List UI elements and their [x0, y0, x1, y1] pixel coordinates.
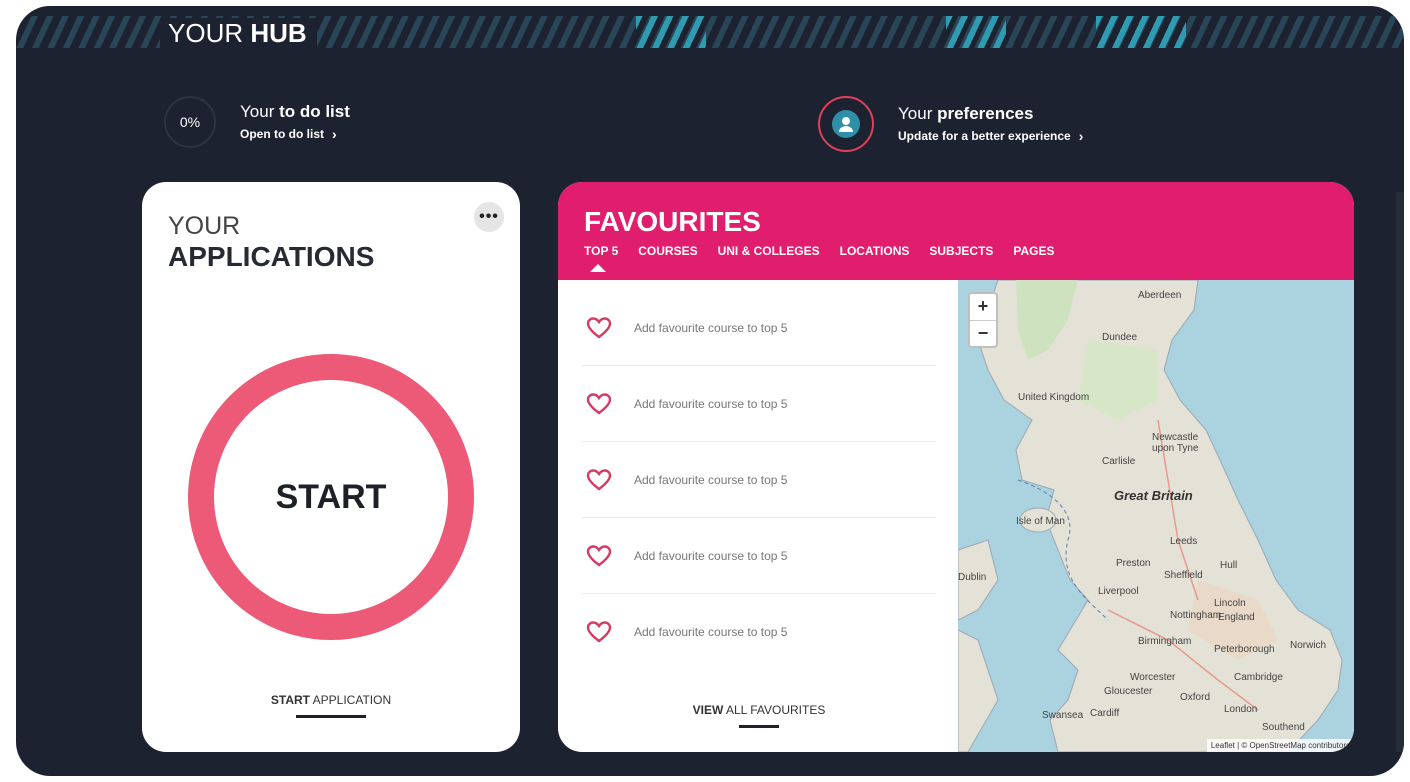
map-label: United Kingdom	[1018, 392, 1090, 403]
scrollbar[interactable]	[1396, 192, 1404, 752]
header-stripes-accent	[636, 16, 706, 48]
map-zoom-controls: + −	[968, 292, 998, 348]
heart-icon	[586, 621, 612, 643]
link-underline	[296, 715, 366, 718]
map-label: Norwich	[1290, 640, 1327, 651]
chevron-right-icon: ›	[332, 126, 337, 142]
favourites-list: Add favourite course to top 5 Add favour…	[582, 290, 936, 670]
map-label: Swansea	[1042, 710, 1084, 721]
hub-panel: YOUR HUB 0% Your to do list Open to do l…	[16, 6, 1404, 776]
map-label: Great Britain	[1114, 488, 1193, 503]
map-label: Hull	[1220, 560, 1238, 571]
map-label: Oxford	[1180, 692, 1211, 703]
user-icon	[832, 110, 860, 138]
map-label: Liverpool	[1098, 586, 1139, 597]
tab-courses[interactable]: COURSES	[638, 244, 697, 258]
zoom-out-button[interactable]: −	[970, 321, 996, 347]
start-application-link[interactable]: START APPLICATION	[142, 693, 520, 718]
heart-icon	[586, 392, 612, 415]
map-label: Dublin	[958, 572, 987, 583]
map-label: Aberdeen	[1138, 290, 1182, 301]
map-attribution[interactable]: Leaflet | © OpenStreetMap contributors	[1206, 739, 1354, 752]
start-button[interactable]: START	[188, 354, 474, 640]
preferences-title: Your preferences	[898, 104, 1034, 123]
map-label: Lincoln	[1214, 598, 1246, 609]
preferences-widget[interactable]: Your preferences Update for a better exp…	[818, 96, 1083, 152]
tab-subjects[interactable]: SUBJECTS	[929, 244, 993, 258]
heart-icon	[586, 544, 612, 567]
map-label: England	[1218, 612, 1255, 623]
view-all-favourites-link[interactable]: VIEW ALL FAVOURITES	[582, 703, 936, 728]
heart-icon	[586, 316, 612, 339]
header-stripes-accent	[946, 16, 1006, 48]
favourites-title: FAVOURITES	[584, 206, 761, 237]
applications-title: YOUR APPLICATIONS	[168, 212, 375, 272]
start-label: START	[275, 477, 387, 516]
update-preferences-link[interactable]: Update for a better experience ›	[898, 128, 1083, 144]
zoom-in-button[interactable]: +	[970, 294, 996, 321]
open-todo-link[interactable]: Open to do list ›	[240, 126, 350, 142]
favourites-tabs: TOP 5 COURSES UNI & COLLEGES LOCATIONS S…	[584, 244, 1354, 272]
favourites-map[interactable]: + − Aberdeen Dundee United Kingdom Newca…	[958, 280, 1354, 752]
map-label: Isle of Man	[1016, 516, 1065, 527]
map-label: London	[1224, 704, 1258, 715]
tab-pages[interactable]: PAGES	[1013, 244, 1054, 258]
map-label: Carlisle	[1102, 456, 1136, 467]
map-label: Dundee	[1102, 332, 1138, 343]
tab-uni-colleges[interactable]: UNI & COLLEGES	[718, 244, 820, 258]
map-label: Gloucester	[1104, 686, 1153, 697]
map-label: Southend	[1262, 722, 1305, 733]
header-stripes-accent	[1096, 16, 1186, 48]
map-label: Cardiff	[1090, 708, 1120, 719]
list-item[interactable]: Add favourite course to top 5	[582, 594, 936, 670]
map-label: Nottingham	[1170, 610, 1222, 621]
link-underline	[739, 725, 779, 728]
applications-card: YOUR APPLICATIONS ••• START START APPLIC…	[142, 182, 520, 752]
favourites-card: FAVOURITES TOP 5 COURSES UNI & COLLEGES …	[558, 182, 1354, 752]
map-label: Birmingham	[1138, 636, 1192, 647]
list-item[interactable]: Add favourite course to top 5	[582, 442, 936, 518]
chevron-right-icon: ›	[1078, 128, 1084, 144]
todo-title: Your to do list	[240, 102, 350, 121]
heart-icon	[586, 468, 612, 491]
todo-progress-ring: 0%	[164, 96, 216, 148]
todo-list-widget[interactable]: 0% Your to do list Open to do list ›	[164, 96, 350, 148]
list-item[interactable]: Add favourite course to top 5	[582, 518, 936, 594]
map-label: Cambridge	[1234, 672, 1283, 683]
list-item[interactable]: Add favourite course to top 5	[582, 366, 936, 442]
map-label: Newcastle upon Tyne	[1152, 432, 1199, 454]
more-options-button[interactable]: •••	[474, 202, 504, 232]
map-label: Peterborough	[1214, 644, 1275, 655]
favourites-header: FAVOURITES TOP 5 COURSES UNI & COLLEGES …	[558, 182, 1354, 280]
hub-title: YOUR HUB	[160, 18, 317, 48]
map-label: Preston	[1116, 558, 1151, 569]
tab-top5[interactable]: TOP 5	[584, 244, 618, 272]
map-label: Leeds	[1170, 536, 1198, 547]
map-label: Sheffield	[1164, 570, 1203, 581]
tab-locations[interactable]: LOCATIONS	[840, 244, 910, 258]
list-item[interactable]: Add favourite course to top 5	[582, 290, 936, 366]
preferences-ring	[818, 96, 874, 152]
map-label: Worcester	[1130, 672, 1176, 683]
